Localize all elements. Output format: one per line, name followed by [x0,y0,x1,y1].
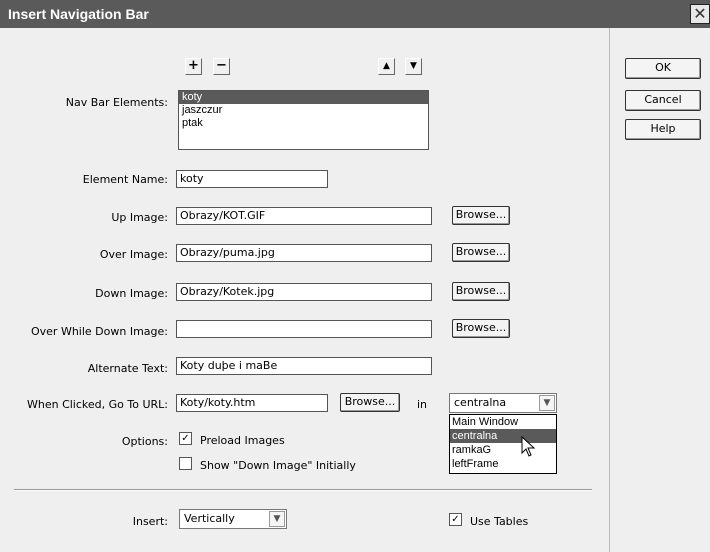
options-label: Options: [121,435,168,448]
up-image-field[interactable]: Obrazy/KOT.GIF [176,207,432,225]
list-item[interactable]: koty [179,91,428,104]
title-bar: Insert Navigation Bar ✕ [0,0,710,28]
down-image-browse-button[interactable]: Browse... [452,282,510,301]
show-down-image-checkbox[interactable] [179,457,192,470]
list-item[interactable]: jaszczur [179,104,428,117]
show-down-image-label: Show "Down Image" Initially [200,459,356,472]
button-column-divider [609,28,610,552]
close-button[interactable]: ✕ [690,4,710,24]
url-browse-button[interactable]: Browse... [340,393,400,412]
insert-selected-value: Vertically [184,512,235,525]
down-image-label: Down Image: [95,287,168,300]
over-while-down-image-browse-button[interactable]: Browse... [452,319,510,338]
use-tables-checkbox[interactable]: ✓ [449,513,462,526]
down-image-field[interactable]: Obrazy/Kotek.jpg [176,283,432,301]
up-image-browse-button[interactable]: Browse... [452,206,510,225]
target-frame-dropdown-list[interactable]: Main Window centralna ramkaG leftFrame [449,414,557,474]
over-image-label: Over Image: [99,248,168,261]
chevron-down-icon[interactable]: ▼ [269,511,285,527]
over-while-down-image-field[interactable] [176,320,432,338]
element-name-field[interactable]: koty [176,170,328,188]
target-frame-selected-value: centralna [454,396,507,409]
dropdown-option[interactable]: Main Window [450,415,556,429]
cancel-button[interactable]: Cancel [625,90,701,111]
move-up-button[interactable]: ▲ [378,58,395,75]
nav-bar-elements-list[interactable]: koty jaszczur ptak [178,90,429,150]
move-down-button[interactable]: ▼ [405,58,422,75]
dialog-title: Insert Navigation Bar [8,6,149,22]
divider [14,489,592,491]
add-item-button[interactable]: + [185,58,202,75]
use-tables-label: Use Tables [470,515,529,528]
insert-label: Insert: [132,515,168,528]
mouse-cursor-icon [521,436,536,457]
dropdown-option[interactable]: leftFrame [450,457,556,471]
over-while-down-image-label: Over While Down Image: [30,325,168,338]
over-image-field[interactable]: Obrazy/puma.jpg [176,244,432,262]
remove-item-button[interactable]: − [213,58,230,75]
when-clicked-url-field[interactable]: Koty/koty.htm [176,394,328,412]
ok-button[interactable]: OK [625,58,701,79]
chevron-down-icon[interactable]: ▼ [539,395,555,411]
list-item[interactable]: ptak [179,117,428,130]
when-clicked-url-label: When Clicked, Go To URL: [26,398,168,411]
alternate-text-label: Alternate Text: [87,362,168,375]
over-image-browse-button[interactable]: Browse... [452,243,510,262]
nav-bar-elements-label: Nav Bar Elements: [65,96,168,109]
up-image-label: Up Image: [111,211,168,224]
in-label: in [417,398,428,411]
preload-images-checkbox[interactable]: ✓ [179,432,192,445]
dropdown-option[interactable]: centralna [450,429,556,443]
alternate-text-field[interactable]: Koty duþe i maBe [176,357,432,375]
dropdown-option[interactable]: ramkaG [450,443,556,457]
target-frame-select[interactable]: centralna ▼ [449,393,557,413]
insert-select[interactable]: Vertically ▼ [179,509,287,529]
help-button[interactable]: Help [625,119,701,140]
element-name-label: Element Name: [82,173,168,186]
preload-images-label: Preload Images [200,434,285,447]
